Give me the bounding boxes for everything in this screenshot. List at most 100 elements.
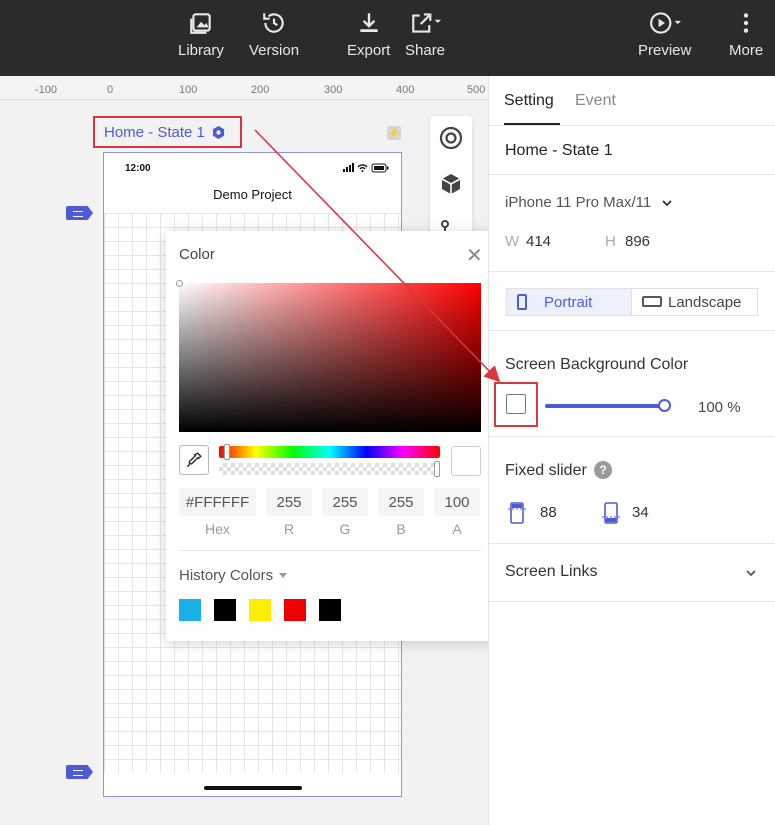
- chevron-down-icon: [662, 199, 672, 206]
- opacity-number: 100: [698, 399, 724, 416]
- landscape-label: Landscape: [668, 293, 742, 311]
- component-cube-icon[interactable]: [439, 172, 463, 196]
- hue-slider-handle[interactable]: [224, 444, 230, 460]
- portrait-toggle[interactable]: Portrait: [506, 288, 632, 316]
- phone-status-bar: 12:00: [104, 153, 401, 183]
- blue-input[interactable]: 255: [378, 488, 424, 516]
- portrait-label: Portrait: [544, 293, 593, 311]
- hex-input[interactable]: #FFFFFF: [179, 488, 256, 516]
- alpha-input[interactable]: 100: [434, 488, 480, 516]
- height-label: H: [605, 233, 616, 250]
- bg-color-title: Screen Background Color: [505, 356, 689, 373]
- status-time: 12:00: [125, 162, 151, 174]
- export-button[interactable]: Export: [347, 10, 390, 66]
- saturation-value-area[interactable]: [176, 280, 481, 432]
- width-label: W: [505, 233, 520, 250]
- share-label: Share: [405, 42, 446, 59]
- green-input[interactable]: 255: [322, 488, 368, 516]
- hue-slider[interactable]: [219, 444, 440, 460]
- fixed-top-value[interactable]: 88: [540, 504, 557, 521]
- more-vertical-icon: [743, 13, 749, 33]
- library-button[interactable]: Library: [178, 10, 224, 66]
- history-color-swatch[interactable]: [249, 599, 271, 621]
- alpha-label: A: [452, 521, 462, 537]
- more-button[interactable]: More: [729, 10, 763, 66]
- ruler-tick: -100: [35, 84, 58, 96]
- device-name: iPhone 11 Pro Max/11: [505, 194, 652, 211]
- more-label: More: [729, 42, 764, 59]
- screen-links-section[interactable]: Screen Links: [489, 544, 775, 601]
- eyedropper-icon: [186, 452, 202, 468]
- top-toolbar: Library Version Export Share Preview Mor…: [0, 0, 775, 76]
- red-label: R: [283, 521, 295, 537]
- tab-setting[interactable]: Setting: [504, 92, 554, 110]
- version-button[interactable]: Version: [249, 10, 299, 66]
- color-picker-title: Color: [179, 246, 215, 263]
- preview-label: Preview: [638, 42, 692, 59]
- export-label: Export: [347, 42, 391, 59]
- device-select[interactable]: iPhone 11 Pro Max/11: [505, 194, 673, 211]
- history-color-swatch[interactable]: [214, 599, 236, 621]
- ruler-tick: 500: [467, 84, 486, 96]
- ruler-tick: 200: [251, 84, 270, 96]
- history-color-swatch[interactable]: [179, 599, 201, 621]
- share-button[interactable]: Share: [405, 10, 445, 66]
- state-name: Home - State 1: [505, 142, 613, 159]
- bottom-fixed-marker[interactable]: [66, 765, 93, 779]
- divider: [489, 125, 775, 126]
- green-label: G: [339, 521, 351, 537]
- library-label: Library: [178, 42, 224, 59]
- color-picker-popup: Color ✕ #FFFFFF 255 255 255 100 Hex R G …: [166, 231, 494, 641]
- horizontal-ruler: -100 0 100 200 300 400 500: [0, 76, 488, 100]
- divider: [489, 330, 775, 331]
- preview-button[interactable]: Preview: [638, 10, 691, 66]
- divider: [489, 436, 775, 437]
- sv-handle[interactable]: [176, 280, 183, 287]
- target-icon[interactable]: [439, 126, 463, 150]
- bg-color-swatch[interactable]: [506, 394, 526, 414]
- signal-wifi-battery-icon: [343, 163, 389, 173]
- fixed-top-icon: [508, 502, 526, 524]
- opacity-value: 100 %: [698, 399, 741, 416]
- history-colors-toggle[interactable]: History Colors: [179, 567, 288, 584]
- bg-color-highlight: [494, 382, 538, 427]
- fixed-slider-title: Fixed slider: [505, 462, 587, 479]
- divider: [179, 550, 481, 551]
- screen-links-title: Screen Links: [505, 563, 598, 580]
- ruler-tick: 0: [107, 84, 114, 96]
- opacity-slider-thumb[interactable]: [658, 399, 671, 412]
- divider: [489, 174, 775, 175]
- eyedropper-button[interactable]: [179, 445, 209, 475]
- ruler-tick: 300: [324, 84, 343, 96]
- fixed-bottom-icon: [602, 502, 620, 524]
- blue-label: B: [396, 521, 406, 537]
- fixed-bottom-value[interactable]: 34: [632, 504, 649, 521]
- opacity-unit: %: [727, 399, 741, 416]
- ruler-tick: 400: [396, 84, 415, 96]
- version-label: Version: [249, 42, 300, 59]
- landscape-icon: [642, 296, 662, 307]
- history-color-swatch[interactable]: [284, 599, 306, 621]
- component-hexagon-icon: [212, 125, 224, 139]
- help-icon[interactable]: ?: [594, 461, 612, 479]
- history-color-swatch[interactable]: [319, 599, 341, 621]
- chevron-down-icon: [746, 570, 756, 577]
- width-value[interactable]: 414: [526, 233, 551, 250]
- alpha-slider-handle[interactable]: [434, 461, 440, 477]
- ruler-tick: 100: [179, 84, 198, 96]
- height-value[interactable]: 896: [625, 233, 650, 250]
- top-fixed-marker[interactable]: [66, 206, 93, 220]
- interaction-bolt-icon[interactable]: ⚡: [387, 126, 401, 140]
- landscape-toggle[interactable]: Landscape: [631, 288, 758, 316]
- history-icon: [263, 13, 284, 33]
- download-icon: [360, 13, 378, 32]
- color-preview-swatch: [451, 446, 481, 476]
- close-icon[interactable]: ✕: [466, 243, 483, 268]
- home-indicator: [204, 786, 302, 790]
- tab-event[interactable]: Event: [575, 92, 616, 110]
- history-colors-title: History Colors: [179, 567, 274, 584]
- alpha-slider[interactable]: [219, 461, 440, 477]
- state-label[interactable]: Home - State 1: [93, 116, 242, 148]
- red-input[interactable]: 255: [266, 488, 312, 516]
- opacity-slider-track[interactable]: [545, 404, 663, 408]
